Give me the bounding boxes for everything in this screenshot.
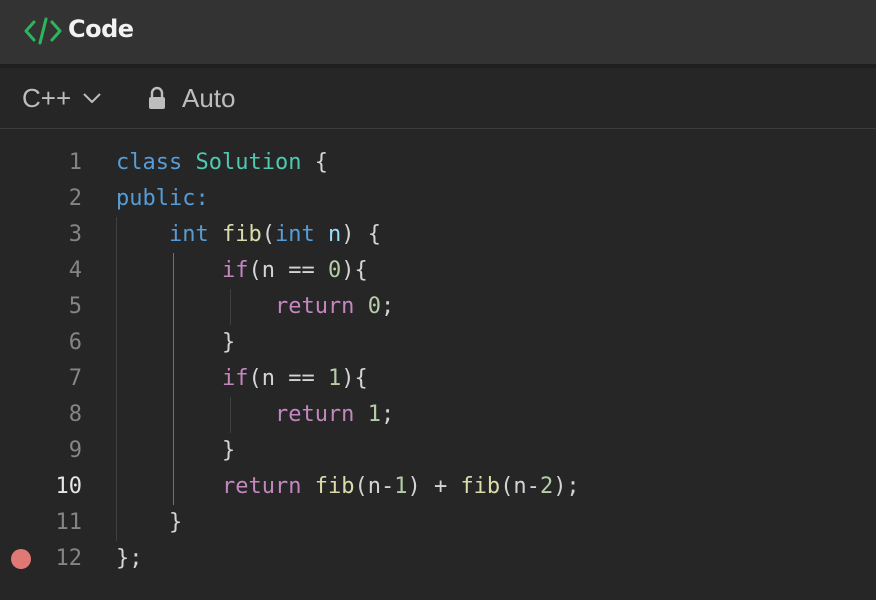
code-token: ) {: [341, 222, 381, 247]
code-line[interactable]: 4 if(n == 0){: [0, 253, 876, 289]
code-text: public:: [116, 181, 209, 217]
code-token: (: [261, 222, 275, 247]
code-line[interactable]: 5 return 0;: [0, 289, 876, 325]
line-number: 6: [68, 330, 82, 355]
code-token: 1: [367, 402, 381, 427]
code-token: }: [116, 330, 236, 355]
code-token: fib: [221, 222, 262, 247]
code-token: return: [274, 402, 355, 427]
breakpoint-icon[interactable]: [11, 549, 31, 569]
language-label: C++: [22, 82, 72, 113]
code-token: return: [221, 474, 302, 499]
code-text: };: [116, 541, 143, 577]
code-text: return 0;: [116, 289, 394, 325]
code-line[interactable]: 11 }: [0, 505, 876, 541]
code-line[interactable]: 9 }: [0, 433, 876, 469]
code-token: ) +: [407, 474, 461, 499]
line-number: 1: [68, 150, 82, 175]
panel-title: Code: [68, 15, 134, 43]
code-token: ;: [380, 294, 395, 319]
code-token: (n-: [500, 474, 540, 499]
code-text: return 1;: [116, 397, 394, 433]
language-select[interactable]: C++: [12, 76, 113, 120]
chevron-down-icon: [83, 93, 101, 103]
code-editor[interactable]: 1 class Solution {2 public: 3 int fib(int n…: [0, 129, 876, 600]
code-token: 2: [539, 474, 554, 499]
code-token: fib: [460, 474, 501, 499]
line-number: 10: [55, 474, 83, 499]
code-token: ){: [341, 258, 368, 283]
line-number: 3: [68, 222, 82, 247]
code-token: 1: [327, 366, 342, 391]
code-text: int fib(int n) {: [116, 217, 381, 253]
code-token: };: [116, 546, 143, 571]
code-line[interactable]: 6 }: [0, 325, 876, 361]
code-token: {: [301, 150, 328, 175]
code-token: class: [116, 150, 183, 175]
code-line[interactable]: 8 return 1;: [0, 397, 876, 433]
code-token: int: [168, 222, 209, 247]
code-token: (n ==: [248, 258, 328, 283]
code-text: return fib(n-1) + fib(n-2);: [116, 469, 580, 505]
line-number: 7: [68, 366, 82, 391]
line-number: 12: [55, 546, 83, 571]
code-token: 1: [394, 474, 408, 499]
code-text: class Solution {: [116, 145, 328, 181]
code-line[interactable]: 12};: [0, 541, 876, 577]
editor-toolbar: C++ Auto: [0, 68, 876, 128]
code-text: }: [116, 505, 182, 541]
line-number: 11: [55, 510, 83, 535]
line-number: 8: [68, 402, 82, 427]
title-bar: Code: [0, 0, 876, 64]
line-number: 5: [68, 294, 82, 319]
code-token: Solution: [195, 150, 302, 175]
code-token: public:: [116, 186, 209, 211]
code-token: (n ==: [248, 366, 328, 391]
code-brackets-icon: [24, 17, 62, 45]
code-text: }: [116, 325, 235, 361]
code-token: );: [553, 474, 580, 499]
code-line[interactable]: 3 int fib(int n) {: [0, 217, 876, 253]
line-number: 9: [68, 438, 82, 463]
code-line[interactable]: 1 class Solution {: [0, 145, 876, 181]
code-token: }: [116, 438, 236, 463]
code-token: if: [221, 366, 249, 391]
code-token: ){: [341, 366, 368, 391]
auto-mode[interactable]: Auto: [146, 76, 236, 120]
auto-label: Auto: [182, 82, 236, 113]
code-text: if(n == 1){: [116, 361, 368, 397]
lock-icon: [149, 86, 165, 109]
code-token: int: [274, 222, 315, 247]
code-token: 0: [367, 294, 381, 319]
code-token: (n-: [354, 474, 395, 499]
code-token: n: [327, 222, 342, 247]
code-token: }: [116, 510, 183, 535]
code-panel: Code C++ Auto 1 class Solution {2 public: 3…: [0, 0, 876, 600]
code-token: 0: [327, 258, 342, 283]
code-token: ;: [380, 402, 395, 427]
code-token: fib: [314, 474, 355, 499]
line-number: 2: [68, 186, 82, 211]
code-token: return: [274, 294, 355, 319]
code-text: if(n == 0){: [116, 253, 368, 289]
code-line[interactable]: 10 return fib(n-1) + fib(n-2);: [0, 469, 876, 505]
code-line[interactable]: 2 public:: [0, 181, 876, 217]
line-number: 4: [68, 258, 82, 283]
code-token: if: [221, 258, 249, 283]
code-text: }: [116, 433, 235, 469]
code-line[interactable]: 7 if(n == 1){: [0, 361, 876, 397]
